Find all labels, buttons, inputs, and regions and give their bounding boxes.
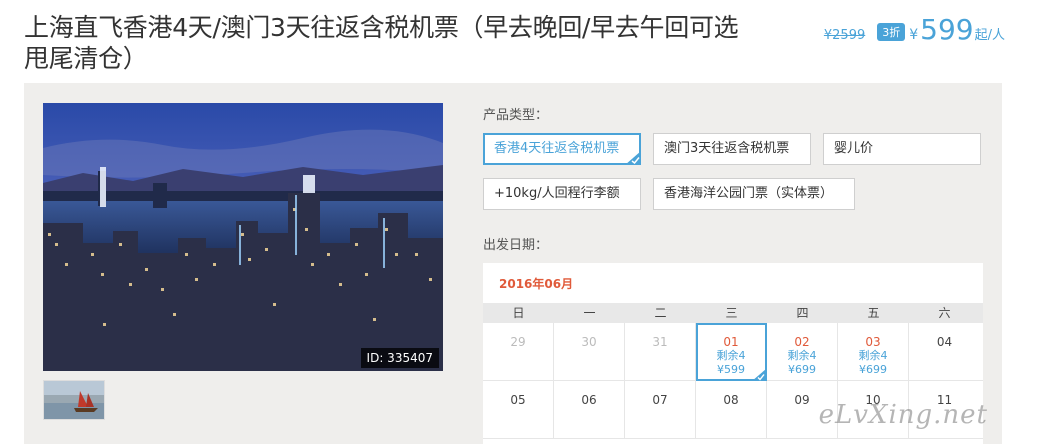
calendar-day-cell: 29 <box>483 323 554 381</box>
calendar-day-cell: 08 <box>696 381 767 439</box>
option-infant-price[interactable]: 婴儿价 <box>823 133 981 165</box>
weekday-wed: 三 <box>725 306 738 320</box>
option-label: 香港4天往返含税机票 <box>494 141 620 156</box>
option-extra-baggage[interactable]: +10kg/人回程行李额 <box>483 178 641 210</box>
weekday-fri: 五 <box>867 306 880 320</box>
seats-remaining: 剩余4 <box>716 349 746 362</box>
calendar-day-cell[interactable]: 03 剩余4 ¥699 <box>838 323 909 381</box>
currency-symbol: ¥ <box>909 27 919 43</box>
seats-remaining: 剩余4 <box>787 349 817 362</box>
calendar-day-cell: 04 <box>909 323 980 381</box>
option-ocean-park-ticket[interactable]: 香港海洋公园门票（实体票） <box>653 178 855 210</box>
option-macau-3day-ticket[interactable]: 澳门3天往返含税机票 <box>653 133 811 165</box>
original-price: ¥2599 <box>823 28 866 43</box>
price-unit: 起/人 <box>974 28 1005 43</box>
selected-check-icon <box>625 151 641 165</box>
day-number: 04 <box>936 335 953 349</box>
day-number: 02 <box>794 335 810 349</box>
calendar-day-cell-selected[interactable]: 01 剩余4 ¥599 <box>696 323 767 381</box>
product-type-label: 产品类型： <box>483 108 549 123</box>
day-number: 30 <box>581 335 597 349</box>
option-hk-4day-ticket[interactable]: 香港4天往返含税机票 <box>483 133 641 165</box>
calendar-day-cell: 31 <box>625 323 696 381</box>
weekday-tue: 二 <box>654 306 667 320</box>
day-number: 05 <box>510 393 526 407</box>
weekday-thu: 四 <box>796 306 809 320</box>
weekday-header: 日 一 二 三 四 五 六 <box>483 303 983 323</box>
option-label: 香港海洋公园门票（实体票） <box>664 186 834 201</box>
weekday-mon: 一 <box>583 306 596 320</box>
option-label: 澳门3天往返含税机票 <box>664 141 790 156</box>
calendar-month: 2016年06月 <box>499 277 574 291</box>
day-number: 29 <box>510 335 526 349</box>
option-label: +10kg/人回程行李额 <box>494 186 620 201</box>
day-number: 06 <box>581 393 597 407</box>
main-photo[interactable]: ID: 335407 <box>43 103 443 371</box>
day-number: 31 <box>652 335 668 349</box>
day-price: ¥699 <box>859 363 887 376</box>
calendar-day-cell[interactable]: 02 剩余4 ¥699 <box>767 323 838 381</box>
weekday-sun: 日 <box>512 306 525 320</box>
product-panel: ID: 335407 产品类型： 香港4天往返含税机票 澳门3天往返含税机票 婴… <box>24 83 1002 444</box>
discount-badge: 3折 <box>877 23 906 41</box>
weekday-sat: 六 <box>938 306 951 320</box>
departure-date-label: 出发日期： <box>483 238 549 253</box>
thumbnail-junk-boat[interactable] <box>43 380 105 420</box>
price-box: ¥2599 3折 ¥ 599 起/人 <box>824 16 1005 44</box>
calendar-week-row: 29 30 31 01 剩余4 ¥599 02 剩余4 ¥699 03 剩余4 … <box>483 323 983 381</box>
calendar-day-cell: 07 <box>625 381 696 439</box>
day-number: 08 <box>723 393 739 407</box>
calendar-day-cell: 05 <box>483 381 554 439</box>
day-number: 01 <box>723 335 739 349</box>
option-label: 婴儿价 <box>834 141 874 156</box>
hong-kong-skyline-photo <box>43 103 443 371</box>
selected-check-icon <box>752 369 766 381</box>
calendar-day-cell: 30 <box>554 323 625 381</box>
site-watermark: eLvXing.net <box>818 400 988 430</box>
image-id-label: ID: 335407 <box>360 348 439 368</box>
sale-price: 599 <box>920 13 974 46</box>
day-price: ¥699 <box>788 363 816 376</box>
day-number: 03 <box>865 335 881 349</box>
day-number: 07 <box>652 393 668 407</box>
seats-remaining: 剩余4 <box>858 349 888 362</box>
product-title: 上海直飞香港4天/澳门3天往返含税机票（早去晚回/早去午回可选 甩尾清仓） <box>24 13 739 73</box>
calendar-day-cell: 06 <box>554 381 625 439</box>
junk-boat-thumbnail-image <box>44 381 104 419</box>
